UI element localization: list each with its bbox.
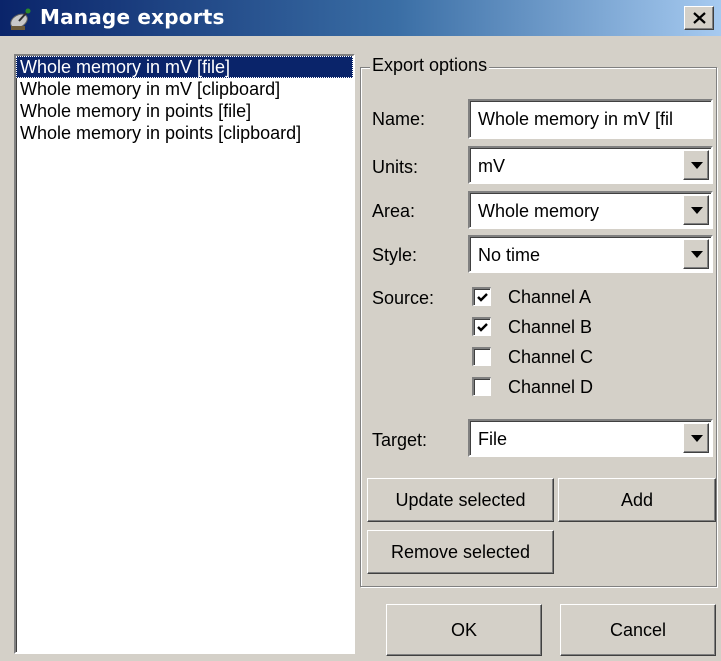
- target-value: File: [478, 429, 508, 449]
- source-label: Source:: [372, 288, 435, 308]
- checkmark-icon: [477, 323, 488, 332]
- close-icon: [693, 12, 706, 24]
- chevron-down-icon: [691, 435, 703, 442]
- ok-button[interactable]: OK: [386, 604, 542, 656]
- cancel-button[interactable]: Cancel: [560, 604, 716, 656]
- style-select[interactable]: No time: [468, 235, 713, 273]
- close-button[interactable]: [684, 6, 714, 30]
- list-item[interactable]: Whole memory in mV [file]: [16, 56, 353, 78]
- channel-c-label: Channel C: [508, 347, 594, 367]
- units-dropdown-button[interactable]: [683, 150, 709, 180]
- exports-listbox[interactable]: Whole memory in mV [file] Whole memory i…: [14, 54, 355, 654]
- chevron-down-icon: [691, 162, 703, 169]
- channel-d-label: Channel D: [508, 377, 594, 397]
- units-value: mV: [478, 156, 505, 176]
- units-select[interactable]: mV: [468, 146, 713, 184]
- checkbox[interactable]: [472, 287, 491, 306]
- target-label: Target:: [372, 430, 428, 450]
- style-value: No time: [478, 245, 541, 265]
- style-label: Style:: [372, 245, 418, 265]
- target-select[interactable]: File: [468, 419, 713, 457]
- checkbox[interactable]: [472, 347, 491, 366]
- style-dropdown-button[interactable]: [683, 239, 709, 269]
- remove-selected-button[interactable]: Remove selected: [367, 530, 554, 574]
- title-bar: Manage exports: [0, 0, 721, 36]
- area-label: Area:: [372, 201, 416, 221]
- area-value: Whole memory: [478, 201, 600, 221]
- name-field[interactable]: Whole memory in mV [fil: [468, 99, 713, 139]
- satellite-dish-icon: [8, 4, 36, 32]
- window-title: Manage exports: [40, 5, 225, 29]
- chevron-down-icon: [691, 251, 703, 258]
- units-label: Units:: [372, 157, 419, 177]
- checkbox[interactable]: [472, 317, 491, 336]
- export-options-legend: Export options: [370, 54, 490, 76]
- channel-a-label: Channel A: [508, 287, 592, 307]
- area-dropdown-button[interactable]: [683, 195, 709, 225]
- checkbox[interactable]: [472, 377, 491, 396]
- list-item[interactable]: Whole memory in points [clipboard]: [16, 122, 353, 144]
- channel-b-label: Channel B: [508, 317, 593, 337]
- chevron-down-icon: [691, 207, 703, 214]
- name-label: Name:: [372, 109, 426, 129]
- target-dropdown-button[interactable]: [683, 423, 709, 453]
- update-selected-button[interactable]: Update selected: [367, 478, 554, 522]
- area-select[interactable]: Whole memory: [468, 191, 713, 229]
- list-item[interactable]: Whole memory in mV [clipboard]: [16, 78, 353, 100]
- list-item[interactable]: Whole memory in points [file]: [16, 100, 353, 122]
- checkmark-icon: [477, 293, 488, 302]
- add-button[interactable]: Add: [558, 478, 716, 522]
